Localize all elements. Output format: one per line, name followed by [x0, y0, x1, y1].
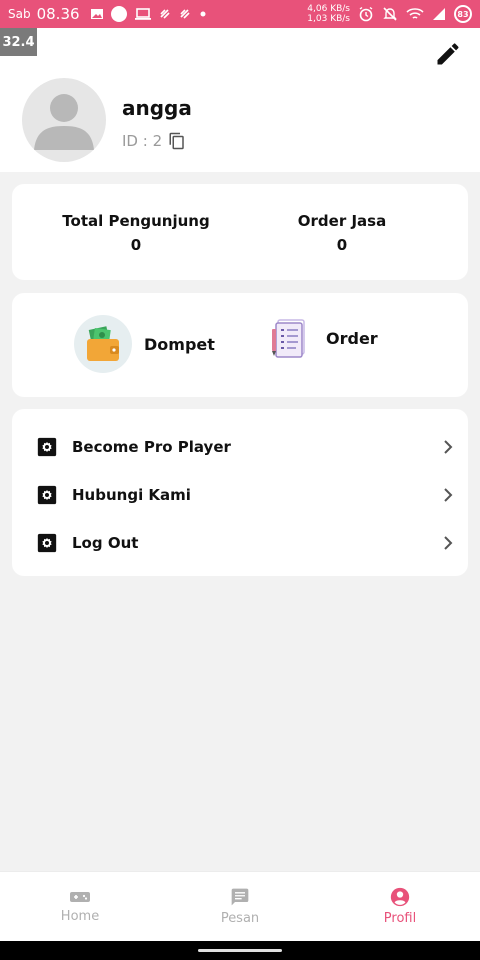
mute-icon — [383, 7, 397, 21]
home-gesture-bar[interactable] — [198, 949, 282, 952]
order-button[interactable]: Order — [268, 315, 378, 361]
quick-actions-card: Dompet Order — [12, 293, 468, 397]
order-label: Order — [326, 328, 378, 348]
gear-icon — [37, 437, 57, 457]
pencil-icon — [437, 43, 459, 65]
menu-item-label: Hubungi Kami — [72, 486, 191, 504]
circle-icon — [110, 6, 127, 22]
wallet-button[interactable]: Dompet — [74, 315, 215, 373]
order-list-icon — [272, 319, 305, 358]
avatar[interactable] — [22, 78, 106, 162]
gallery-icon — [90, 9, 103, 19]
wallet-icon-wrap — [74, 315, 132, 373]
menu-item-label: Log Out — [72, 534, 139, 552]
person-icon — [34, 94, 94, 150]
link-icon — [159, 9, 170, 19]
laptop-icon — [134, 8, 151, 20]
status-day: Sab — [8, 7, 31, 21]
menu-item-hubungi-kami[interactable]: Hubungi Kami — [12, 471, 468, 519]
profile-header: angga ID : 2 — [0, 28, 480, 172]
chevron-right-icon — [444, 488, 453, 502]
alarm-icon — [359, 6, 373, 22]
tab-home[interactable]: Home — [0, 872, 160, 941]
dot-icon — [200, 11, 206, 17]
wallet-label: Dompet — [144, 334, 215, 354]
signal-icon — [433, 8, 445, 20]
tab-pesan[interactable]: Pesan — [160, 872, 320, 941]
network-speed: 4,06 KB/s 1,03 KB/s — [307, 4, 350, 24]
gear-icon — [37, 485, 57, 505]
orders-value: 0 — [336, 236, 348, 254]
menu-item-log-out[interactable]: Log Out — [12, 519, 468, 567]
tab-pesan-label: Pesan — [220, 911, 260, 926]
gear-icon — [37, 533, 57, 553]
visitors-stat: Total Pengunjung 0 — [36, 212, 236, 254]
profile-id-text: ID : 2 — [122, 132, 163, 150]
system-navigation-bar — [0, 941, 480, 960]
gamepad-icon — [70, 892, 90, 902]
account-circle-icon — [390, 887, 410, 907]
chat-icon — [231, 888, 249, 906]
wifi-icon — [406, 8, 424, 19]
visitors-label: Total Pengunjung — [62, 212, 210, 230]
visitors-value: 0 — [130, 236, 142, 254]
wallet-icon — [87, 326, 119, 361]
stats-card: Total Pengunjung 0 Order Jasa 0 — [12, 184, 468, 280]
bottom-navigation: Home Pesan Profil — [0, 871, 480, 941]
edit-profile-button[interactable] — [434, 40, 462, 68]
chevron-right-icon — [444, 440, 453, 454]
profile-id: ID : 2 — [122, 132, 186, 150]
fps-overlay: 32.4 — [0, 28, 37, 56]
tab-profil[interactable]: Profil — [320, 872, 480, 941]
menu-item-label: Become Pro Player — [72, 438, 231, 456]
tab-profil-label: Profil — [383, 911, 417, 926]
orders-label: Order Jasa — [297, 212, 387, 230]
settings-menu: Become Pro Player Hubungi Kami Log Out — [12, 409, 468, 576]
menu-item-become-pro-player[interactable]: Become Pro Player — [12, 423, 468, 471]
link-icon — [179, 9, 190, 19]
profile-name: angga — [122, 96, 192, 120]
tab-home-label: Home — [60, 909, 100, 924]
status-bar: Sab 08.36 4,06 KB/s 1,03 KB/s 83 — [0, 0, 480, 28]
chevron-right-icon — [444, 536, 453, 550]
orders-stat: Order Jasa 0 — [242, 212, 442, 254]
status-time: 08.36 — [36, 5, 80, 23]
battery-indicator: 83 — [454, 5, 472, 23]
copy-icon[interactable] — [168, 132, 186, 150]
